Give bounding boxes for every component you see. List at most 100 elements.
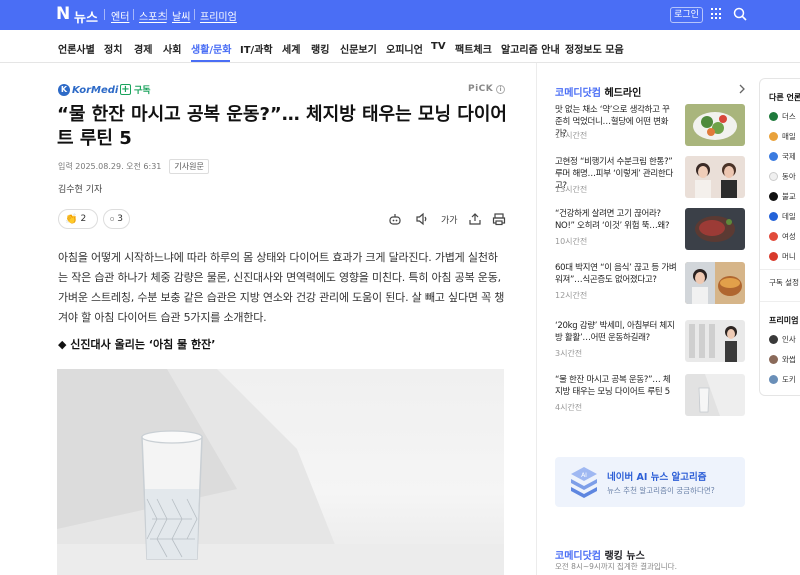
premium-item[interactable]: 와썹	[769, 354, 796, 365]
nav-item-algorithm[interactable]: 알고리즘 안내	[501, 41, 560, 56]
article-photo[interactable]	[57, 369, 504, 575]
headline-thumbnail	[685, 208, 745, 250]
press-logo-text: KorMedi	[72, 84, 119, 96]
divider	[194, 9, 195, 20]
audio-icon[interactable]	[415, 212, 429, 226]
ai-algorithm-banner[interactable]: AI 네이버 AI 뉴스 알고리즘 뉴스 추천 알고리즘이 궁금하다면?	[555, 457, 745, 507]
info-icon[interactable]: i	[496, 84, 506, 94]
headline-item-time: 4시간전	[555, 403, 583, 412]
top-link-weather[interactable]: 날씨	[172, 8, 190, 23]
naver-logo[interactable]: N	[56, 6, 70, 23]
nav-item-ranking[interactable]: 랭킹	[311, 41, 329, 56]
pick-badge: PiCK i	[468, 84, 506, 94]
headline-item[interactable]: 60대 박지연 “이 음식’ 끊고 등 가벼워져”…식곤증도 없어졌다고? 12…	[555, 262, 745, 306]
ranking-title[interactable]: 코메디닷컴 랭킹 뉴스	[555, 547, 645, 562]
headline-item-text: 60대 박지연 “이 음식’ 끊고 등 가벼워져”…식곤증도 없어졌다고?	[555, 263, 677, 285]
press-item[interactable]: 데일	[769, 211, 796, 222]
news-brand[interactable]: 뉴스	[74, 7, 98, 26]
premium-title: 프리미엄	[769, 316, 799, 325]
headline-item[interactable]: 고현정 “비행기서 수분크림 한통?” 루머 해명…피부 ‘이렇게’ 관리한다고…	[555, 156, 745, 200]
article-date-row: 입력 2025.08.29. 오전 6:31 기사원문	[58, 159, 209, 174]
chevron-right-icon[interactable]	[738, 84, 746, 94]
nav-item-corrections[interactable]: 정정보도 모음	[565, 41, 624, 56]
reaction-button[interactable]: 👏 2	[58, 209, 98, 229]
nav-item-society[interactable]: 사회	[163, 41, 181, 56]
ai-stack-icon: AI	[571, 467, 597, 498]
top-link-premium[interactable]: 프리미엄	[200, 8, 237, 23]
avatar	[769, 375, 778, 384]
nav-item-newspaper[interactable]: 신문보기	[340, 41, 377, 56]
press-item[interactable]: 머니	[769, 251, 796, 262]
subscribe-settings-link[interactable]: 구독 설정	[769, 277, 799, 288]
press-icon	[769, 232, 778, 241]
press-logo-mark: K	[58, 84, 70, 96]
headline-item-time: 13시간전	[555, 185, 588, 194]
press-item[interactable]: 국제	[769, 151, 796, 162]
comment-icon	[110, 217, 115, 221]
top-link-sports[interactable]: 스포츠	[139, 8, 167, 23]
ai-banner-subtitle: 뉴스 추천 알고리즘이 궁금하다면?	[607, 486, 715, 495]
press-item[interactable]: 더스	[769, 111, 796, 122]
article-subheading: ◆ 신진대사 올리는 ‘아침 물 한잔’	[58, 338, 216, 351]
press-item[interactable]: 여성	[769, 231, 796, 242]
nav-item-it-science[interactable]: IT/과학	[240, 41, 273, 56]
press-item[interactable]: 동아	[769, 171, 796, 182]
press-item[interactable]: 불교	[769, 191, 796, 202]
headline-thumbnail	[685, 320, 745, 362]
press-logo[interactable]: K KorMedi	[58, 84, 118, 96]
ai-badge-text: AI	[581, 472, 587, 479]
subscribe-button[interactable]: + 구독	[120, 83, 151, 96]
headline-section-title[interactable]: 코메디닷컴 헤드라인	[555, 84, 641, 99]
nav-item-life-culture[interactable]: 생활/문화	[191, 41, 231, 56]
headline-item[interactable]: “물 한잔 마시고 공복 운동?”… 체지방 태우는 모닝 다이어트 루틴 5 …	[555, 374, 745, 418]
headline-item[interactable]: 맛 없는 채소 ‘약’으로 생각하고 꾸준히 먹었더니…혈당에 어떤 변화가? …	[555, 104, 745, 148]
column-divider	[536, 63, 537, 575]
press-item[interactable]: 매일	[769, 131, 796, 142]
section-nav: 언론사별 정치 경제 사회 생활/문화 IT/과학 세계 랭킹 신문보기 오피니…	[0, 30, 800, 63]
login-button[interactable]: 로그인	[670, 7, 703, 23]
apps-grid-icon[interactable]	[711, 8, 723, 20]
headline-item[interactable]: ‘20kg 감량’ 박세미, 아침부터 체지방 활활’…어떤 운동하길래? 3시…	[555, 320, 745, 364]
premium-item[interactable]: 도키	[769, 374, 796, 385]
divider	[166, 9, 167, 20]
nav-item-press[interactable]: 언론사별	[58, 41, 95, 56]
headline-item-time: 3시간전	[555, 349, 583, 358]
nav-item-economy[interactable]: 경제	[134, 41, 152, 56]
nav-item-politics[interactable]: 정치	[104, 41, 122, 56]
share-icon[interactable]	[468, 212, 482, 226]
emoji-reaction-icon: 👏	[65, 213, 78, 225]
divider	[760, 301, 800, 302]
headline-thumbnail	[685, 104, 745, 146]
comment-button[interactable]: 3	[103, 209, 130, 229]
premium-item[interactable]: 인사	[769, 334, 796, 345]
article-body: 아침을 어떻게 시작하느냐에 따라 하루의 몸 상태와 다이어트 효과가 크게 …	[58, 251, 505, 324]
divider	[133, 9, 134, 20]
headline-item[interactable]: “건강하게 살려면 고기 끊어라? NO!” 오히려 ‘이것’ 위험 뚝…왜? …	[555, 208, 745, 252]
other-press-title: 다른 언론사	[769, 93, 800, 102]
nav-item-tv[interactable]: TV	[431, 41, 446, 52]
reporter-name[interactable]: 김수현 기자	[58, 182, 102, 195]
headline-item-text: ‘20kg 감량’ 박세미, 아침부터 체지방 활활’…어떤 운동하길래?	[555, 321, 675, 343]
ranking-subtitle: 오전 8시~9시까지 집계한 결과입니다.	[555, 562, 677, 571]
publish-date: 입력 2025.08.29. 오전 6:31	[58, 162, 162, 171]
other-press-panel: 다른 언론사 더스 매일 국제 동아 불교 데일 여성 머니 구독 설정 프리미…	[759, 78, 800, 396]
nav-item-world[interactable]: 세계	[282, 41, 300, 56]
nav-item-opinion[interactable]: 오피니언	[386, 41, 423, 56]
headline-item-time: 14시간전	[555, 131, 588, 140]
water-glass-image	[57, 369, 504, 575]
ai-banner-title: 네이버 AI 뉴스 알고리즘	[607, 472, 707, 483]
press-icon	[769, 112, 778, 121]
print-icon[interactable]	[492, 212, 506, 226]
press-icon	[769, 192, 778, 201]
top-link-entertainment[interactable]: 엔터	[111, 8, 129, 23]
divider	[760, 269, 800, 270]
search-icon[interactable]	[733, 7, 747, 21]
comment-count: 3	[117, 214, 123, 224]
headline-item-time: 12시간전	[555, 291, 588, 300]
headline-item-text: “물 한잔 마시고 공복 운동?”… 체지방 태우는 모닝 다이어트 루틴 5	[555, 375, 671, 397]
press-name: 코메디닷컴	[555, 88, 601, 99]
nav-item-factcheck[interactable]: 팩트체크	[455, 41, 492, 56]
original-article-button[interactable]: 기사원문	[169, 159, 209, 174]
font-size-icon[interactable]: 가가	[441, 213, 458, 226]
summary-bot-icon[interactable]	[388, 212, 402, 226]
